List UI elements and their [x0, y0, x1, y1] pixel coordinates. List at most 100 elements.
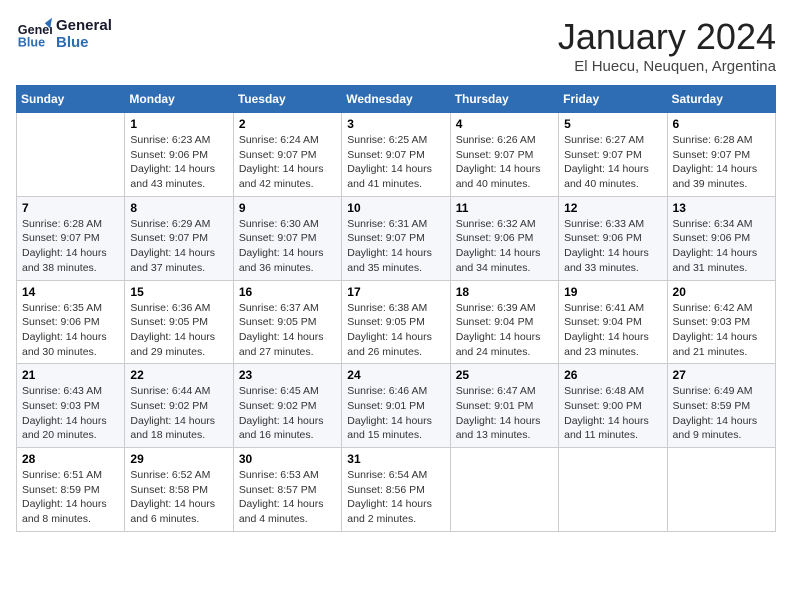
logo-icon: General Blue: [16, 16, 52, 52]
calendar-cell: 16 Sunrise: 6:37 AMSunset: 9:05 PMDayligh…: [233, 280, 341, 364]
day-number: 18: [456, 285, 553, 299]
day-info: Sunrise: 6:28 AMSunset: 9:07 PMDaylight:…: [22, 217, 119, 276]
day-info: Sunrise: 6:35 AMSunset: 9:06 PMDaylight:…: [22, 301, 119, 360]
calendar-week-row: 7 Sunrise: 6:28 AMSunset: 9:07 PMDaylight…: [17, 196, 776, 280]
calendar-cell: 17 Sunrise: 6:38 AMSunset: 9:05 PMDayligh…: [342, 280, 450, 364]
day-number: 19: [564, 285, 661, 299]
calendar-cell: 18 Sunrise: 6:39 AMSunset: 9:04 PMDayligh…: [450, 280, 558, 364]
day-number: 27: [673, 368, 770, 382]
day-number: 8: [130, 201, 227, 215]
calendar-cell: [559, 448, 667, 532]
day-number: 4: [456, 117, 553, 131]
day-info: Sunrise: 6:23 AMSunset: 9:06 PMDaylight:…: [130, 133, 227, 192]
day-info: Sunrise: 6:46 AMSunset: 9:01 PMDaylight:…: [347, 384, 444, 443]
calendar-cell: 25 Sunrise: 6:47 AMSunset: 9:01 PMDayligh…: [450, 364, 558, 448]
weekday-header: Friday: [559, 86, 667, 113]
weekday-header: Monday: [125, 86, 233, 113]
calendar-cell: 13 Sunrise: 6:34 AMSunset: 9:06 PMDayligh…: [667, 196, 775, 280]
calendar-cell: 4 Sunrise: 6:26 AMSunset: 9:07 PMDaylight…: [450, 113, 558, 197]
day-number: 7: [22, 201, 119, 215]
calendar-cell: 8 Sunrise: 6:29 AMSunset: 9:07 PMDaylight…: [125, 196, 233, 280]
day-number: 13: [673, 201, 770, 215]
day-info: Sunrise: 6:28 AMSunset: 9:07 PMDaylight:…: [673, 133, 770, 192]
day-info: Sunrise: 6:26 AMSunset: 9:07 PMDaylight:…: [456, 133, 553, 192]
title-block: January 2024 El Huecu, Neuquen, Argentin…: [558, 16, 776, 75]
day-number: 10: [347, 201, 444, 215]
day-number: 21: [22, 368, 119, 382]
day-info: Sunrise: 6:30 AMSunset: 9:07 PMDaylight:…: [239, 217, 336, 276]
day-info: Sunrise: 6:47 AMSunset: 9:01 PMDaylight:…: [456, 384, 553, 443]
day-info: Sunrise: 6:29 AMSunset: 9:07 PMDaylight:…: [130, 217, 227, 276]
calendar-cell: [17, 113, 125, 197]
day-number: 16: [239, 285, 336, 299]
calendar-cell: 14 Sunrise: 6:35 AMSunset: 9:06 PMDayligh…: [17, 280, 125, 364]
weekday-header: Tuesday: [233, 86, 341, 113]
weekday-header: Saturday: [667, 86, 775, 113]
day-info: Sunrise: 6:33 AMSunset: 9:06 PMDaylight:…: [564, 217, 661, 276]
day-info: Sunrise: 6:34 AMSunset: 9:06 PMDaylight:…: [673, 217, 770, 276]
day-number: 24: [347, 368, 444, 382]
calendar-cell: 1 Sunrise: 6:23 AMSunset: 9:06 PMDaylight…: [125, 113, 233, 197]
day-info: Sunrise: 6:27 AMSunset: 9:07 PMDaylight:…: [564, 133, 661, 192]
logo: General Blue General Blue: [16, 16, 112, 52]
calendar-cell: 3Sunrise: 6:25 AMSunset: 9:07 PMDaylight…: [342, 113, 450, 197]
calendar-week-row: 21 Sunrise: 6:43 AMSunset: 9:03 PMDayligh…: [17, 364, 776, 448]
day-info: Sunrise: 6:25 AMSunset: 9:07 PMDaylight:…: [347, 133, 444, 192]
calendar-cell: 7 Sunrise: 6:28 AMSunset: 9:07 PMDaylight…: [17, 196, 125, 280]
day-info: Sunrise: 6:41 AMSunset: 9:04 PMDaylight:…: [564, 301, 661, 360]
day-number: 25: [456, 368, 553, 382]
weekday-header: Wednesday: [342, 86, 450, 113]
day-info: Sunrise: 6:38 AMSunset: 9:05 PMDaylight:…: [347, 301, 444, 360]
calendar-cell: 22Sunrise: 6:44 AMSunset: 9:02 PMDayligh…: [125, 364, 233, 448]
calendar-cell: 19 Sunrise: 6:41 AMSunset: 9:04 PMDayligh…: [559, 280, 667, 364]
day-info: Sunrise: 6:43 AMSunset: 9:03 PMDaylight:…: [22, 384, 119, 443]
page-header: General Blue General Blue January 2024 E…: [16, 16, 776, 75]
day-info: Sunrise: 6:45 AMSunset: 9:02 PMDaylight:…: [239, 384, 336, 443]
location: El Huecu, Neuquen, Argentina: [558, 58, 776, 75]
day-number: 20: [673, 285, 770, 299]
day-number: 12: [564, 201, 661, 215]
day-info: Sunrise: 6:24 AMSunset: 9:07 PMDaylight:…: [239, 133, 336, 192]
day-info: Sunrise: 6:54 AMSunset: 8:56 PMDaylight:…: [347, 468, 444, 527]
calendar-cell: 6Sunrise: 6:28 AMSunset: 9:07 PMDaylight…: [667, 113, 775, 197]
day-number: 17: [347, 285, 444, 299]
calendar-cell: 9 Sunrise: 6:30 AMSunset: 9:07 PMDaylight…: [233, 196, 341, 280]
day-info: Sunrise: 6:32 AMSunset: 9:06 PMDaylight:…: [456, 217, 553, 276]
logo-general: General: [56, 17, 112, 34]
day-number: 28: [22, 452, 119, 466]
day-number: 14: [22, 285, 119, 299]
day-info: Sunrise: 6:48 AMSunset: 9:00 PMDaylight:…: [564, 384, 661, 443]
calendar-cell: 31Sunrise: 6:54 AMSunset: 8:56 PMDayligh…: [342, 448, 450, 532]
svg-text:Blue: Blue: [18, 36, 45, 50]
day-info: Sunrise: 6:36 AMSunset: 9:05 PMDaylight:…: [130, 301, 227, 360]
calendar-cell: 23Sunrise: 6:45 AMSunset: 9:02 PMDayligh…: [233, 364, 341, 448]
calendar-cell: 21 Sunrise: 6:43 AMSunset: 9:03 PMDayligh…: [17, 364, 125, 448]
day-number: 5: [564, 117, 661, 131]
calendar-cell: 20 Sunrise: 6:42 AMSunset: 9:03 PMDayligh…: [667, 280, 775, 364]
calendar-cell: [450, 448, 558, 532]
calendar-header-row: SundayMondayTuesdayWednesdayThursdayFrid…: [17, 86, 776, 113]
day-info: Sunrise: 6:51 AMSunset: 8:59 PMDaylight:…: [22, 468, 119, 527]
day-number: 2: [239, 117, 336, 131]
day-info: Sunrise: 6:53 AMSunset: 8:57 PMDaylight:…: [239, 468, 336, 527]
day-number: 30: [239, 452, 336, 466]
calendar-cell: 28 Sunrise: 6:51 AMSunset: 8:59 PMDayligh…: [17, 448, 125, 532]
day-info: Sunrise: 6:49 AMSunset: 8:59 PMDaylight:…: [673, 384, 770, 443]
day-number: 9: [239, 201, 336, 215]
day-info: Sunrise: 6:37 AMSunset: 9:05 PMDaylight:…: [239, 301, 336, 360]
calendar-cell: 30 Sunrise: 6:53 AMSunset: 8:57 PMDayligh…: [233, 448, 341, 532]
weekday-header: Sunday: [17, 86, 125, 113]
day-number: 15: [130, 285, 227, 299]
day-info: Sunrise: 6:52 AMSunset: 8:58 PMDaylight:…: [130, 468, 227, 527]
calendar-cell: 12 Sunrise: 6:33 AMSunset: 9:06 PMDayligh…: [559, 196, 667, 280]
day-info: Sunrise: 6:39 AMSunset: 9:04 PMDaylight:…: [456, 301, 553, 360]
day-info: Sunrise: 6:31 AMSunset: 9:07 PMDaylight:…: [347, 217, 444, 276]
calendar-cell: 24 Sunrise: 6:46 AMSunset: 9:01 PMDayligh…: [342, 364, 450, 448]
calendar-cell: 15 Sunrise: 6:36 AMSunset: 9:05 PMDayligh…: [125, 280, 233, 364]
calendar-cell: 11Sunrise: 6:32 AMSunset: 9:06 PMDayligh…: [450, 196, 558, 280]
day-number: 1: [130, 117, 227, 131]
day-info: Sunrise: 6:42 AMSunset: 9:03 PMDaylight:…: [673, 301, 770, 360]
month-title: January 2024: [558, 16, 776, 58]
calendar-cell: 27 Sunrise: 6:49 AMSunset: 8:59 PMDayligh…: [667, 364, 775, 448]
calendar-week-row: 1 Sunrise: 6:23 AMSunset: 9:06 PMDaylight…: [17, 113, 776, 197]
